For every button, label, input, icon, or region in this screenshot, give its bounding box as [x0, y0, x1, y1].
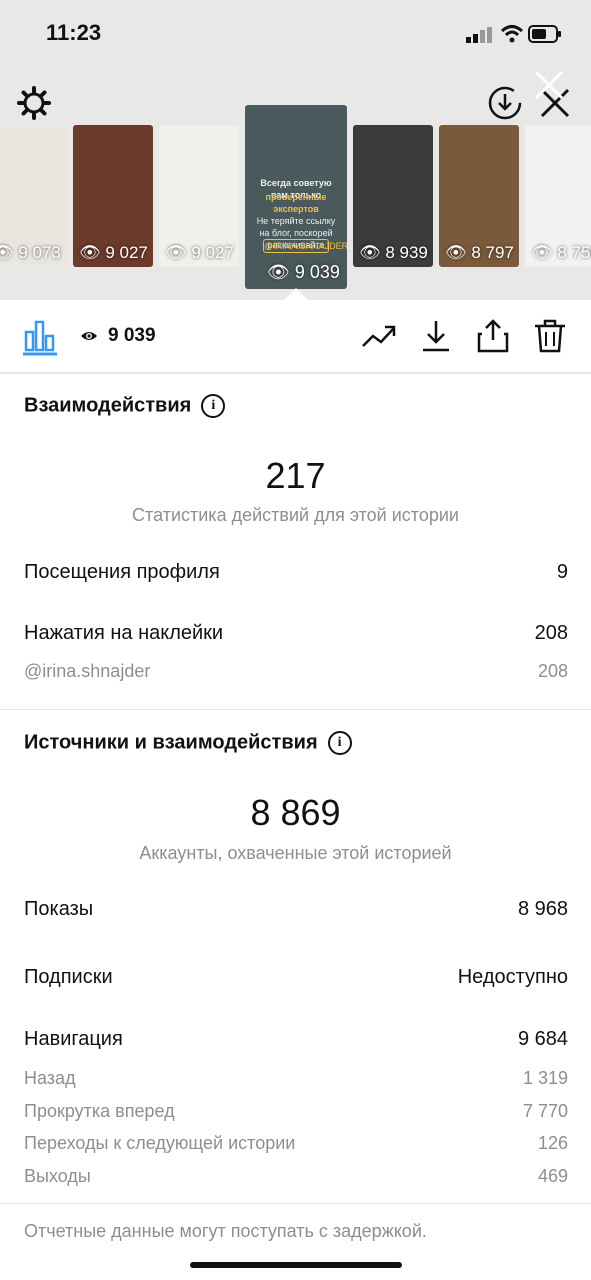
home-indicator[interactable]	[190, 1262, 402, 1268]
promote-trend-icon[interactable]	[361, 318, 397, 354]
toolbar-view-count: 9 039	[108, 325, 156, 346]
thumbnail-views: 👁 8 750	[531, 243, 591, 262]
status-bar: 11:23	[0, 0, 591, 70]
sticker-taps-row: Нажатия на наклейки 208	[24, 622, 568, 644]
story-text-2: проверенные экспертов	[265, 192, 327, 214]
reach-total: 8 869	[250, 792, 341, 833]
story-mention-sticker: @IRINA.SHNAJDER	[263, 239, 347, 253]
story-viewer-header: 11:23 👁 9 073 👁 9 027 �	[0, 0, 591, 300]
follows-row: Подписки Недоступно	[24, 966, 568, 988]
nav-next-story-row: Переходы к следующей истории 126	[24, 1133, 568, 1153]
thumbnail-views: 👁 9 073	[0, 243, 61, 262]
thumbnail-views: 👁 9 039	[267, 262, 340, 282]
thumbnail-views: 👁 9 027	[165, 243, 234, 262]
story-toolbar: 9 039	[0, 300, 591, 374]
sticker-mention-row[interactable]: @irina.shnajder 208	[24, 661, 568, 683]
delay-note: Отчетные данные могут поступать с задерж…	[24, 1221, 427, 1241]
story-thumbnail[interactable]: 👁 9 073	[0, 125, 68, 267]
thumbnail-views: 👁 8 797	[445, 243, 514, 262]
story-thumbnail[interactable]: 👁 8 750	[525, 125, 591, 267]
impressions-row: Показы 8 968	[24, 898, 568, 920]
download-icon[interactable]	[418, 318, 454, 354]
insights-bar-chart-icon[interactable]	[22, 318, 58, 356]
story-thumbnail[interactable]: 👁 8 939	[353, 125, 433, 267]
cellular-signal-icon	[466, 27, 492, 43]
story-thumbnail[interactable]: 👁 9 027	[73, 125, 153, 267]
interactions-total: 217	[265, 455, 326, 496]
story-thumbnail-selected[interactable]: Всегда советую вам только проверенные эк…	[245, 105, 347, 289]
nav-exits-row: Выходы 469	[24, 1166, 568, 1186]
profile-visits-row: Посещения профиля 9	[24, 561, 568, 583]
share-icon[interactable]	[475, 318, 511, 354]
close-overlay-icon	[534, 70, 564, 100]
thumbnail-views: 👁 8 939	[359, 243, 428, 262]
story-thumbnail[interactable]: 👁 9 027	[159, 125, 239, 267]
sources-title: Источники и взаимодействия i	[24, 731, 352, 755]
thumbnail-views: 👁 9 027	[79, 243, 148, 262]
interactions-title: Взаимодействия i	[24, 394, 226, 418]
status-time: 11:23	[46, 20, 102, 45]
wifi-icon	[500, 25, 524, 43]
story-thumbnail[interactable]: 👁 8 797	[439, 125, 519, 267]
nav-forward-row: Прокрутка вперед 7 770	[24, 1101, 568, 1121]
section-divider	[0, 1203, 591, 1204]
info-icon[interactable]: i	[201, 394, 226, 418]
info-icon[interactable]: i	[327, 731, 352, 755]
nav-back-row: Назад 1 319	[24, 1068, 568, 1088]
eye-icon	[81, 332, 97, 340]
section-divider	[0, 709, 591, 710]
selected-pointer	[284, 288, 308, 300]
interactions-caption: Статистика действий для этой истории	[132, 505, 459, 525]
battery-icon	[528, 25, 561, 43]
delete-trash-icon[interactable]	[532, 318, 568, 354]
navigation-row: Навигация 9 684	[24, 1028, 568, 1050]
reach-caption: Аккаунты, охваченные этой историей	[139, 843, 452, 863]
story-thumbnail-strip: 👁 9 073 👁 9 027 👁 9 027 Всегда советую в…	[0, 105, 591, 300]
